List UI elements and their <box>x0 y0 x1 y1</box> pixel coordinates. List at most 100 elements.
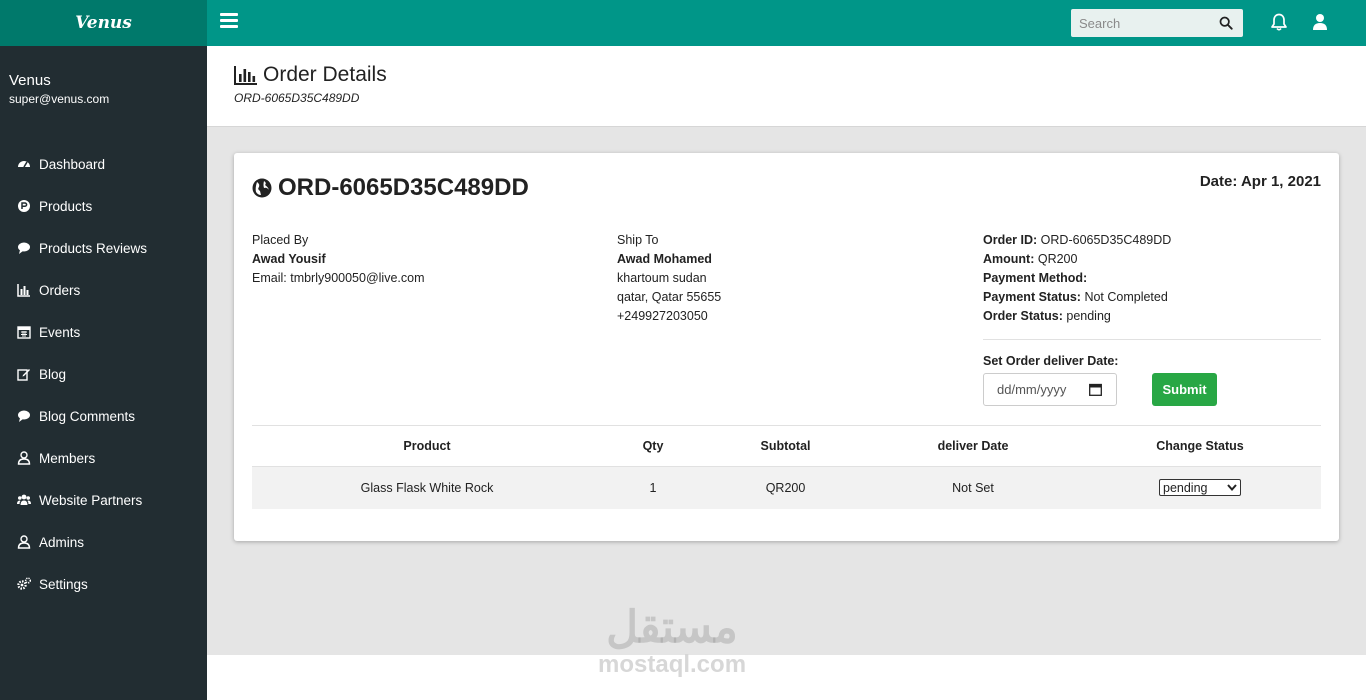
sidebar-item-orders[interactable]: Orders <box>0 269 207 311</box>
status-select-value: pending <box>1163 480 1208 495</box>
order-card: ORD-6065D35C489DD Date: Apr 1, 2021 Plac… <box>234 153 1339 541</box>
column-header-product: Product <box>252 425 602 467</box>
ship-to-address-line2: qatar, Qatar 55655 <box>617 290 722 304</box>
edit-icon <box>16 367 32 381</box>
email-value: tmbrly900050@live.com <box>290 271 425 285</box>
placed-by-section: Placed By Awad Yousif Email: tmbrly90005… <box>252 231 425 288</box>
placed-by-name: Awad Yousif <box>252 252 326 266</box>
ship-to-section: Ship To Awad Mohamed khartoum sudan qata… <box>617 231 721 326</box>
content-header: Order Details ORD-6065D35C489DD <box>207 46 1366 127</box>
cogs-icon <box>16 577 32 591</box>
sidebar-item-label: Events <box>39 324 81 340</box>
order-date: Date: Apr 1, 2021 <box>1200 173 1321 190</box>
order-number-heading: ORD-6065D35C489DD <box>252 174 529 202</box>
submit-button[interactable]: Submit <box>1152 373 1217 406</box>
sidebar-item-dashboard[interactable]: Dashboard <box>0 143 207 185</box>
bell-icon[interactable] <box>1270 13 1288 32</box>
page-subtitle: ORD-6065D35C489DD <box>234 91 360 105</box>
calendar-icon <box>16 325 32 339</box>
globe-icon <box>252 178 272 198</box>
user-profile: Venus super@venus.com <box>0 46 207 106</box>
ship-to-name: Awad Mohamed <box>617 252 712 266</box>
search-icon[interactable] <box>1219 16 1233 30</box>
sidebar-item-label: Orders <box>39 282 81 298</box>
ship-to-label: Ship To <box>617 233 659 247</box>
ship-to-address-line1: khartoum sudan <box>617 271 707 285</box>
order-items-table: Product Qty Subtotal deliver Date Change… <box>252 425 1321 509</box>
profile-name: Venus <box>9 72 51 89</box>
amount-row: Amount: QR200 <box>983 250 1171 269</box>
cell-product: Glass Flask White Rock <box>252 466 602 509</box>
bar-chart-icon <box>16 283 32 297</box>
sidebar-item-label: Dashboard <box>39 156 106 172</box>
sidebar-item-products[interactable]: Products <box>0 185 207 227</box>
order-status-row: Order Status: pending <box>983 307 1171 326</box>
cell-deliver-date: Not Set <box>867 466 1079 509</box>
table-header-row: Product Qty Subtotal deliver Date Change… <box>252 425 1321 467</box>
email-label: Email: <box>252 271 287 285</box>
top-navbar: Venus <box>0 0 1366 46</box>
payment-status-value: Not Completed <box>1084 290 1168 304</box>
user-icon[interactable] <box>1312 13 1328 31</box>
watermark-arabic: مستقل <box>606 603 738 652</box>
cell-qty: 1 <box>602 466 704 509</box>
profile-email: super@venus.com <box>9 92 110 106</box>
sidebar-item-settings[interactable]: Settings <box>0 563 207 605</box>
order-id-label: Order ID: <box>983 233 1038 247</box>
footer <box>207 655 1366 700</box>
comment-icon <box>16 241 32 255</box>
brand-logo[interactable]: Venus <box>0 0 207 46</box>
sidebar-nav: Dashboard Products Products Reviews Orde… <box>0 143 207 605</box>
amount-label: Amount: <box>983 252 1035 266</box>
user-icon <box>16 535 32 549</box>
table-row: Glass Flask White Rock 1 QR200 Not Set p… <box>252 466 1321 509</box>
page-title: Order Details <box>234 63 387 87</box>
sidebar-item-blog-comments[interactable]: Blog Comments <box>0 395 207 437</box>
sidebar-item-label: Settings <box>39 576 88 592</box>
sidebar-item-label: Members <box>39 450 96 466</box>
chevron-down-icon <box>1227 484 1237 492</box>
order-date-label: Date: <box>1199 173 1238 190</box>
cell-change-status: pending <box>1079 466 1321 509</box>
product-hunt-icon <box>16 199 32 213</box>
sidebar-item-label: Blog <box>39 366 67 382</box>
order-status-label: Order Status: <box>983 309 1063 323</box>
sidebar-item-events[interactable]: Events <box>0 311 207 353</box>
order-number: ORD-6065D35C489DD <box>278 174 529 201</box>
sidebar-item-website-partners[interactable]: Website Partners <box>0 479 207 521</box>
deliver-date-label: Set Order deliver Date: <box>983 354 1119 368</box>
watermark-latin: mostaql.com <box>598 651 747 678</box>
sidebar: Venus super@venus.com Dashboard Products… <box>0 46 207 700</box>
order-info-section: Order ID: ORD-6065D35C489DD Amount: QR20… <box>983 231 1171 326</box>
payment-method-label: Payment Method: <box>983 271 1088 285</box>
order-id-value: ORD-6065D35C489DD <box>1040 233 1172 247</box>
sidebar-item-members[interactable]: Members <box>0 437 207 479</box>
status-select[interactable]: pending <box>1159 479 1241 497</box>
payment-method-row: Payment Method: <box>983 269 1171 288</box>
divider <box>983 339 1321 340</box>
sidebar-item-admins[interactable]: Admins <box>0 521 207 563</box>
date-placeholder: dd/mm/yyyy <box>997 382 1067 397</box>
sidebar-item-label: Website Partners <box>39 492 143 508</box>
column-header-subtotal: Subtotal <box>704 425 867 467</box>
sidebar-item-label: Products <box>39 198 93 214</box>
column-header-qty: Qty <box>602 425 704 467</box>
order-status-value: pending <box>1066 309 1111 323</box>
sidebar-item-blog[interactable]: Blog <box>0 353 207 395</box>
sidebar-item-products-reviews[interactable]: Products Reviews <box>0 227 207 269</box>
calendar-icon[interactable] <box>1089 383 1102 396</box>
payment-status-label: Payment Status: <box>983 290 1081 304</box>
comment-icon <box>16 409 32 423</box>
dashboard-icon <box>16 157 32 171</box>
bar-chart-icon <box>234 66 257 85</box>
placed-by-label: Placed By <box>252 233 309 247</box>
search-input[interactable] <box>1071 10 1211 36</box>
search-box <box>1071 9 1243 37</box>
menu-toggle-icon[interactable] <box>220 13 238 31</box>
deliver-date-input[interactable]: dd/mm/yyyy <box>983 373 1117 406</box>
sidebar-item-label: Blog Comments <box>39 408 136 424</box>
page-title-text: Order Details <box>263 63 387 86</box>
sidebar-item-label: Products Reviews <box>39 240 148 256</box>
amount-value: QR200 <box>1037 252 1078 266</box>
ship-to-phone: +249927203050 <box>617 309 708 323</box>
